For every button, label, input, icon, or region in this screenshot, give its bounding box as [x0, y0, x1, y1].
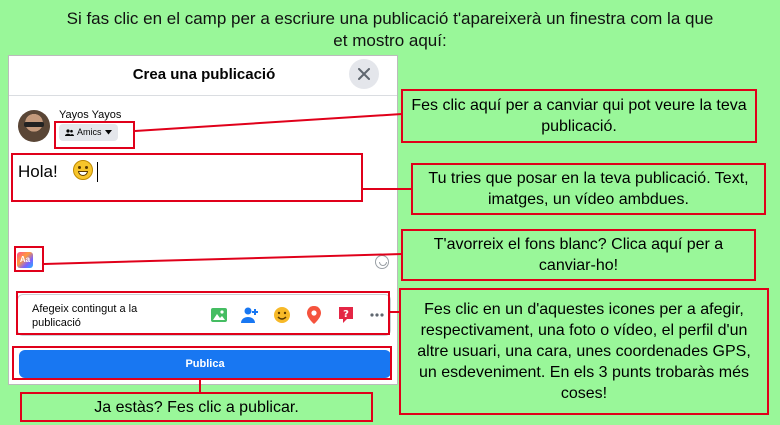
intro-line-1: Si fas clic en el camp per a escriure un…	[66, 9, 714, 28]
background-annotation: T'avorreix el fons blanc? Clica aquí per…	[401, 229, 756, 281]
avatar	[18, 110, 50, 142]
publish-annotation: Ja estàs? Fes clic a publicar.	[20, 392, 373, 422]
privacy-annotation: Fes clic aquí per a canviar qui pot veur…	[401, 89, 757, 143]
dialog-title: Crea una publicació	[132, 66, 276, 83]
create-post-dialog: Crea una publicació Yayos Yayos Amics Ho…	[8, 55, 398, 385]
content-highlight-box	[11, 153, 363, 202]
close-icon	[358, 68, 370, 80]
user-name: Yayos Yayos	[59, 109, 122, 121]
publish-highlight-box	[12, 346, 392, 380]
dialog-divider	[9, 95, 397, 96]
intro-line-2: et mostro aquí:	[333, 31, 447, 50]
background-highlight-box	[14, 246, 44, 272]
intro-text: Si fas clic en el camp per a escriure un…	[0, 8, 780, 52]
content-annotation: Tu tries que posar en la teva publicació…	[411, 163, 766, 215]
privacy-highlight-box	[54, 121, 135, 149]
emoji-picker-icon[interactable]	[375, 255, 389, 269]
close-button[interactable]	[349, 59, 379, 89]
icons-highlight-box	[16, 291, 390, 335]
icons-annotation: Fes clic en un d'aquestes icones per a a…	[399, 288, 769, 415]
